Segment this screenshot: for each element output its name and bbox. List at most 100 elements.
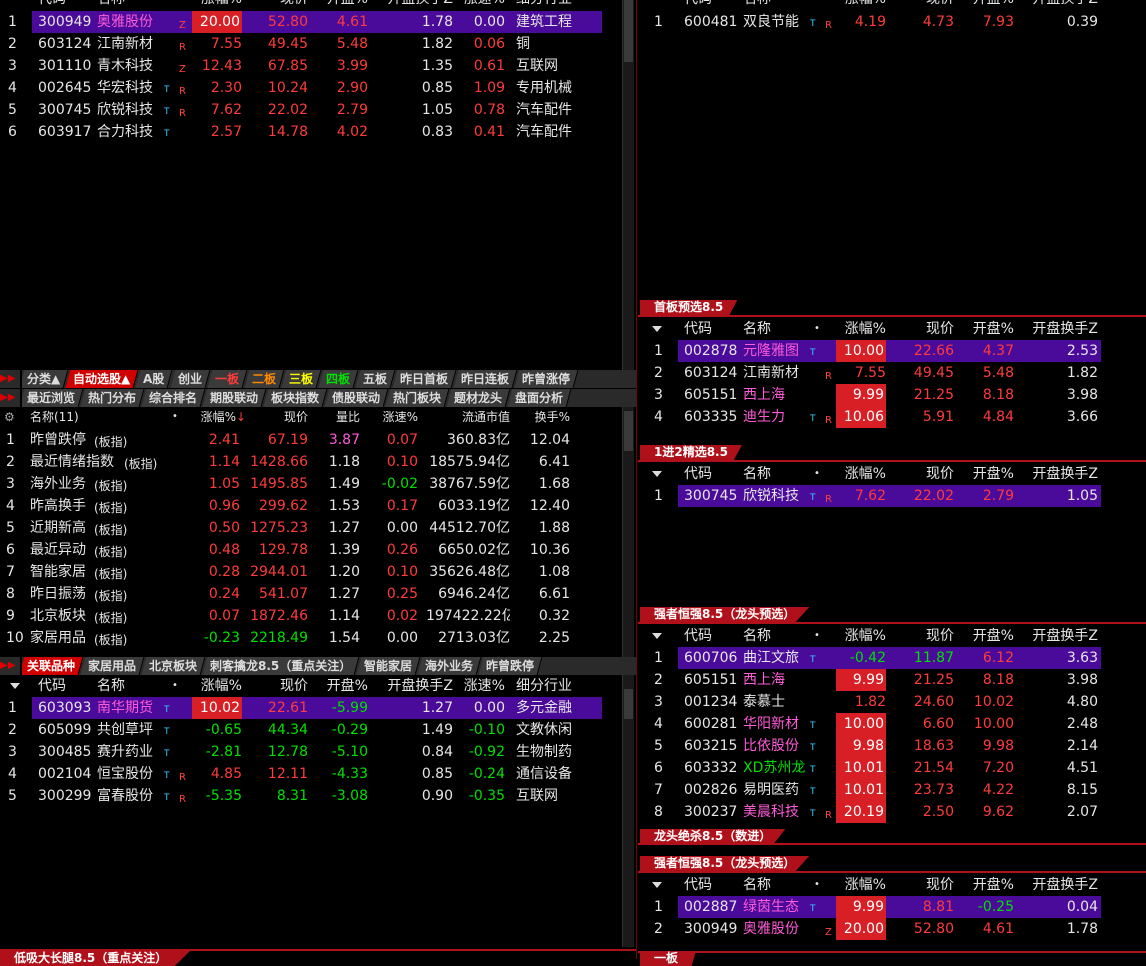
stock-code[interactable]: 300237	[684, 801, 738, 823]
stock-code[interactable]: 605151	[684, 669, 738, 691]
stock-name[interactable]: 美晨科技	[743, 801, 813, 823]
panel-title[interactable]: 强者恒强8.5（龙头预选）	[640, 856, 810, 871]
column-header-chg[interactable]: 涨幅%	[836, 463, 886, 485]
column-header-code[interactable]: 代码	[684, 625, 738, 647]
table-row[interactable]: 2 605151 西上海 9.99 21.25 8.18 3.98	[638, 669, 1146, 691]
column-header-code[interactable]: 代码	[684, 463, 738, 485]
stock-code[interactable]: 600281	[684, 713, 738, 735]
column-header-price[interactable]: 现价	[900, 0, 954, 10]
column-header-ind[interactable]: 细分行业	[516, 0, 602, 10]
table-row[interactable]: 5 300745 欣锐科技 T R 7.62 22.02 2.79 1.05 0.78 汽车配件	[0, 99, 622, 121]
column-header-turn[interactable]: 开盘换手Z	[1022, 874, 1098, 896]
column-header-name[interactable]: 名称	[743, 874, 813, 896]
table-row[interactable]: 1 600706 曲江文旅 T -0.42 11.87 6.12 3.63	[638, 647, 1146, 669]
panel-title-dragon[interactable]: 龙头绝杀8.5（数进）	[640, 829, 786, 844]
column-header-code[interactable]: 代码	[38, 0, 92, 10]
column-header-code[interactable]: 代码	[684, 874, 738, 896]
table-row[interactable]: 6 603917 合力科技 T 2.57 14.78 4.02 0.83 0.41 汽车配件	[0, 121, 622, 143]
column-header-turn[interactable]: 开盘换手Z	[378, 0, 453, 10]
tab-related-5[interactable]: 海外业务	[417, 657, 482, 675]
stock-code[interactable]: 603215	[684, 735, 738, 757]
stock-code[interactable]: 300949	[684, 918, 738, 940]
sort-toggle-icon[interactable]	[652, 882, 662, 888]
stock-name[interactable]: 恒宝股份	[97, 763, 167, 785]
panel-title[interactable]: 首板预选8.5	[640, 300, 738, 315]
stock-code[interactable]: 603093	[38, 697, 92, 719]
stock-name[interactable]: 江南新材	[743, 362, 813, 384]
tab-secondary-7[interactable]: 题材龙头	[446, 389, 511, 407]
stock-name[interactable]: 共创草坪	[97, 719, 167, 741]
stock-code[interactable]: 300485	[38, 741, 92, 763]
stock-name[interactable]: 欣锐科技	[743, 485, 813, 507]
column-header-speed[interactable]: 涨速%	[462, 0, 505, 10]
tab-secondary-0[interactable]: 最近浏览	[22, 389, 84, 407]
sort-toggle-icon[interactable]	[10, 683, 20, 689]
tab-related-0[interactable]: 关联品种	[22, 657, 84, 675]
table-row[interactable]: 3 605151 西上海 9.99 21.25 8.18 3.98	[638, 384, 1146, 406]
column-header-chg[interactable]: 涨幅%	[192, 407, 236, 429]
table-row[interactable]: 4 603335 迪生力 T R 10.06 5.91 4.84 3.66	[638, 406, 1146, 428]
column-header-turn[interactable]: 开盘换手Z	[378, 675, 453, 697]
table-row[interactable]: 3 海外业务 (板指) 1.05 1495.85 1.49 -0.02 38767.59亿 1.…	[0, 473, 622, 495]
table-row[interactable]: 1 300949 奥雅股份 Z 20.00 52.80 4.61 1.78 0.00 建筑工程	[0, 11, 622, 33]
stock-code[interactable]: 002104	[38, 763, 92, 785]
column-header-price[interactable]: 现价	[900, 625, 954, 647]
stock-name[interactable]: 南华期货	[97, 697, 167, 719]
stock-code[interactable]: 603124	[684, 362, 738, 384]
table-row[interactable]: 2 603124 江南新材 R 7.55 49.45 5.48 1.82 0.06 铜	[0, 33, 622, 55]
stock-name[interactable]: 奥雅股份	[743, 918, 813, 940]
table-row[interactable]: 3 001234 泰慕士 1.82 24.60 10.02 4.80	[638, 691, 1146, 713]
stock-name[interactable]: 奥雅股份	[97, 11, 167, 33]
stock-code[interactable]: 300299	[38, 785, 92, 807]
scrollbar[interactable]	[622, 0, 634, 370]
column-header-chg[interactable]: 涨幅%	[192, 675, 242, 697]
stock-code[interactable]: 002826	[684, 779, 738, 801]
column-header-3[interactable]: 量比	[316, 407, 360, 429]
tab-related-1[interactable]: 家居用品	[80, 657, 145, 675]
tab-scroll-left-3[interactable]: ▶▶	[0, 657, 20, 675]
column-header-open[interactable]: 开盘%	[320, 675, 368, 697]
tab-related-4[interactable]: 智能家居	[356, 657, 421, 675]
stock-name[interactable]: 比依股份	[743, 735, 813, 757]
column-header-price[interactable]: 现价	[258, 675, 308, 697]
column-header-turn[interactable]: 开盘换手Z	[1022, 318, 1098, 340]
sort-toggle-icon[interactable]	[652, 471, 662, 477]
tab-secondary-5[interactable]: 债股联动	[324, 389, 389, 407]
column-header-price[interactable]: 现价	[900, 318, 954, 340]
stock-code[interactable]: 603335	[684, 406, 738, 428]
column-header-5[interactable]: 流通市值	[436, 407, 510, 429]
stock-name[interactable]: 易明医药	[743, 779, 813, 801]
column-header-open[interactable]: 开盘%	[962, 625, 1014, 647]
tab-selector-10[interactable]: 昨日连板	[453, 370, 518, 388]
table-row[interactable]: 5 300299 富春股份 T R -5.35 8.31 -3.08 0.90 -0.35 互联网	[0, 785, 622, 807]
stock-code[interactable]: 300949	[38, 11, 92, 33]
tab-scroll-left-2[interactable]: ▶▶	[0, 389, 20, 407]
column-header-name[interactable]: 名称	[97, 0, 167, 10]
stock-code[interactable]: 603917	[38, 121, 92, 143]
column-header-chg[interactable]: 涨幅%	[192, 0, 242, 10]
column-header-chg[interactable]: 涨幅%	[836, 0, 886, 10]
table-row[interactable]: 1 昨曾跌停 (板指) 2.41 67.19 3.87 0.07 360.83亿 12.04	[0, 429, 622, 451]
tab-selector-3[interactable]: 创业	[170, 370, 211, 388]
stock-code[interactable]: 603124	[38, 33, 92, 55]
column-header-open[interactable]: 开盘%	[962, 0, 1014, 10]
stock-name[interactable]: 双良节能	[743, 11, 813, 33]
column-header-chg[interactable]: 涨幅%	[836, 625, 886, 647]
column-header-open[interactable]: 开盘%	[962, 463, 1014, 485]
tab-selector-5[interactable]: 二板	[244, 370, 285, 388]
stock-name[interactable]: 西上海	[743, 669, 813, 691]
tab-selector-9[interactable]: 昨日首板	[392, 370, 457, 388]
column-header-code[interactable]: 代码	[684, 0, 738, 10]
stock-code[interactable]: 300745	[684, 485, 738, 507]
scrollbar[interactable]	[622, 407, 634, 657]
column-header-name[interactable]: 名称	[743, 463, 813, 485]
table-row[interactable]: 5 603215 比依股份 T 9.98 18.63 9.98 2.14	[638, 735, 1146, 757]
tab-selector-8[interactable]: 五板	[355, 370, 396, 388]
stock-code[interactable]: 600481	[684, 11, 738, 33]
stock-code[interactable]: 301110	[38, 55, 92, 77]
column-header-name[interactable]: 名称	[743, 0, 813, 10]
table-row[interactable]: 10 家居用品 (板指) -0.23 2218.49 1.54 0.00 2713.03亿 2.…	[0, 627, 622, 649]
column-header-name[interactable]: 名称	[743, 625, 813, 647]
tab-related-6[interactable]: 昨曾跌停	[478, 657, 543, 675]
stock-code[interactable]: 300745	[38, 99, 92, 121]
